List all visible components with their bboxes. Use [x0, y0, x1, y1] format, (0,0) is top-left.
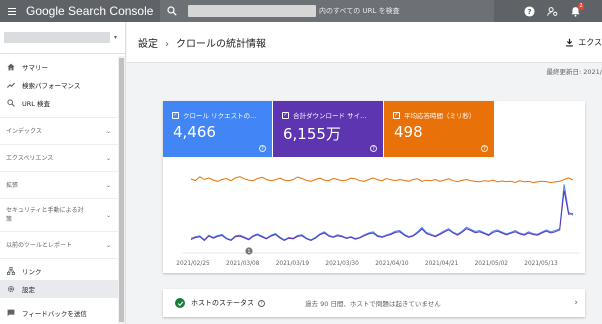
sidebar-section-legacy[interactable]: 以前のツールとレポート ⌄ [0, 231, 125, 258]
metric-value: 498 [394, 123, 423, 141]
sidebar-item-label: 設定 [22, 286, 35, 294]
sidebar-section-enhancements[interactable]: 拡張 ⌄ [0, 171, 125, 198]
page-title: クロールの統計情報 [176, 38, 266, 50]
manage-users-icon[interactable] [545, 4, 559, 18]
x-tick-label: 2021/04/10 [375, 261, 409, 267]
chevron-down-icon: ⌄ [105, 241, 111, 249]
chevron-down-icon: ⌄ [105, 211, 111, 219]
crawl-stats-line-chart: 1 2021/02/25 2021/03/08 2021/03/19 2021/03/3… [176, 176, 579, 267]
home-icon [6, 62, 16, 72]
sidebar-item-overview[interactable]: サマリー [0, 58, 125, 76]
top-bar: Google Search Console 内のすべての URL を検査 ? 2 [0, 0, 602, 22]
checkbox-checked-icon[interactable]: ✓ [172, 111, 179, 119]
check-circle-icon [175, 298, 185, 308]
metric-label: クロール リクエストの... [183, 112, 257, 120]
help-icon[interactable]: ? [522, 4, 536, 18]
sidebar-item-feedback[interactable]: フィードバックを送信 [0, 304, 125, 322]
url-inspection-search[interactable]: 内のすべての URL を検査 [160, 0, 494, 22]
x-tick-label: 2021/03/30 [325, 261, 359, 267]
x-tick-label: 2021/05/02 [475, 261, 509, 267]
checkbox-checked-icon[interactable]: ✓ [282, 111, 289, 119]
sidebar-scrollbar[interactable] [118, 56, 125, 324]
metric-total-crawl-requests[interactable]: ✓ クロール リクエストの... 4,466 ? [163, 101, 272, 157]
help-icon[interactable]: ? [481, 145, 488, 152]
sidebar-item-label: サマリー [22, 64, 48, 72]
export-button[interactable]: エクス [559, 32, 602, 52]
breadcrumb-settings-link[interactable]: 設定 [138, 39, 158, 50]
metric-label: 合計ダウンロード サイ... [293, 112, 367, 120]
menu-icon[interactable] [0, 0, 24, 22]
sidebar-item-url-inspection[interactable]: URL 検査 [0, 94, 125, 112]
redacted-property-name [4, 32, 110, 43]
trending-icon [6, 80, 16, 90]
chevron-down-icon[interactable]: ▾ [114, 34, 117, 41]
help-icon[interactable]: ? [259, 145, 266, 152]
metric-average-response-time[interactable]: ✓ 平均応答時間（ミリ秒） 498 ? [384, 101, 494, 157]
help-icon[interactable]: ? [258, 299, 265, 307]
metric-value: 4,466 [173, 123, 216, 141]
chevron-down-icon: ⌄ [105, 181, 111, 189]
sidebar-section-experience[interactable]: エクスペリエンス ⌄ [0, 144, 125, 171]
host-status-title: ホストのステータス [191, 299, 254, 307]
notification-count-badge: 2 [577, 3, 584, 10]
feedback-icon [6, 308, 16, 318]
search-icon [6, 98, 16, 108]
series-line-0 [190, 176, 574, 184]
property-selector[interactable]: ▾ [0, 22, 125, 54]
checkbox-checked-icon[interactable]: ✓ [393, 111, 400, 119]
page-header: 設定 › クロールの統計情報 エクス [127, 22, 602, 63]
metric-value: 6,155万 [283, 125, 341, 143]
search-icon[interactable] [160, 0, 184, 22]
x-tick-label: 2021/02/25 [176, 261, 210, 267]
links-icon [6, 266, 16, 276]
breadcrumb-separator: › [165, 38, 169, 50]
search-input[interactable]: 内のすべての URL を検査 [319, 6, 400, 16]
sidebar-section-index[interactable]: インデックス ⌄ [0, 117, 125, 144]
sidebar-item-label: リンク [22, 268, 42, 276]
metric-total-download-size[interactable]: ✓ 合計ダウンロード サイ... 6,155万 ? [273, 101, 383, 157]
sidebar-item-performance[interactable]: 検索パフォーマンス [0, 76, 125, 94]
sidebar-item-label: フィードバックを送信 [22, 310, 87, 318]
series-line-2 [190, 190, 574, 242]
sidebar-section-security[interactable]: セキュリティと手動による対策 ⌄ [0, 198, 125, 231]
product-logo[interactable]: Google Search Console [26, 4, 153, 18]
x-tick-label: 2021/04/21 [425, 261, 459, 267]
chevron-right-icon[interactable]: › [574, 298, 578, 308]
svg-text:?: ? [527, 6, 531, 15]
x-tick-label: 2021/03/08 [226, 261, 260, 267]
chevron-down-icon: ⌄ [105, 154, 111, 162]
help-icon[interactable]: ? [370, 145, 377, 152]
sidebar: ▾ サマリー 検索パフォーマンス URL 検査 インデックス ⌄ エクスペリエン… [0, 22, 126, 324]
gear-icon [6, 284, 16, 294]
sidebar-item-label: URL 検査 [22, 100, 50, 108]
sidebar-item-settings[interactable]: 設定 [0, 280, 125, 298]
last-updated-text: 最終更新日: 2021/ [546, 68, 602, 76]
redacted-property-url [188, 5, 316, 17]
sidebar-item-links[interactable]: リンク [0, 262, 125, 280]
crawl-stats-chart-card: ✓ クロール リクエストの... 4,466 ? ✓ 合計ダウンロード サイ... … [163, 101, 585, 273]
chevron-down-icon: ⌄ [105, 127, 111, 135]
download-icon [566, 38, 574, 47]
annotation-marker-label: 1 [247, 249, 250, 255]
notifications-icon[interactable]: 2 [568, 3, 584, 18]
metric-label: 平均応答時間（ミリ秒） [404, 112, 476, 120]
sidebar-item-label: 検索パフォーマンス [22, 82, 81, 90]
x-tick-label: 2021/03/19 [276, 261, 310, 267]
host-status-message: 過去 90 日間、ホストで問題は起きていません [305, 300, 441, 308]
breadcrumb: 設定 › クロールの統計情報 [138, 35, 266, 50]
x-tick-label: 2021/05/13 [524, 261, 558, 267]
host-status-row[interactable]: ホストのステータス ? 過去 90 日間、ホストで問題は起きていません › [163, 289, 585, 317]
